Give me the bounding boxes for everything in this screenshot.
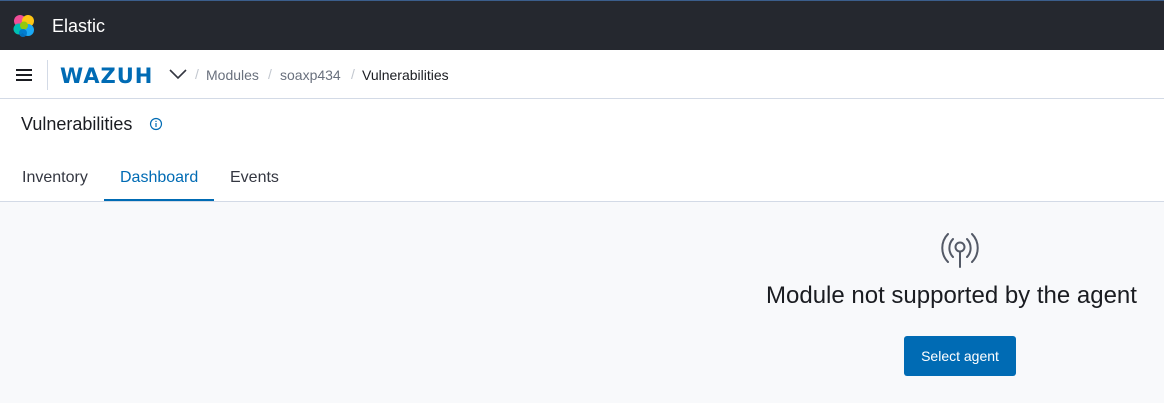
breadcrumb-separator: / bbox=[268, 66, 272, 82]
breadcrumb-modules[interactable]: Modules bbox=[206, 67, 259, 83]
wazuh-brand-logo[interactable]: WAZUH bbox=[60, 64, 153, 88]
antenna-icon bbox=[941, 233, 979, 268]
empty-state-title: Module not supported by the agent bbox=[766, 282, 1137, 309]
chevron-down-icon[interactable] bbox=[168, 67, 188, 81]
page-title: Vulnerabilities bbox=[21, 114, 133, 134]
nav-bar: WAZUH / Modules / soaxp434 / Vulnerabili… bbox=[0, 50, 1164, 99]
breadcrumb-separator: / bbox=[351, 66, 355, 82]
info-icon[interactable] bbox=[149, 117, 163, 131]
breadcrumb-current: Vulnerabilities bbox=[362, 67, 449, 83]
elastic-logo-icon[interactable] bbox=[11, 13, 37, 39]
tab-events[interactable]: Events bbox=[214, 161, 295, 201]
tab-dashboard[interactable]: Dashboard bbox=[104, 161, 214, 201]
main-content: Module not supported by the agent Select… bbox=[0, 203, 1164, 403]
top-bar: Elastic bbox=[0, 0, 1164, 50]
breadcrumb-agent[interactable]: soaxp434 bbox=[280, 67, 341, 83]
breadcrumb-separator: / bbox=[195, 66, 199, 82]
nav-divider bbox=[47, 60, 48, 90]
select-agent-button[interactable]: Select agent bbox=[904, 336, 1016, 376]
menu-toggle-button[interactable] bbox=[12, 63, 36, 87]
app-title: Elastic bbox=[52, 16, 106, 36]
page-header: Vulnerabilities Inventory Dashboard Even… bbox=[0, 99, 1164, 202]
tab-inventory[interactable]: Inventory bbox=[6, 161, 104, 201]
